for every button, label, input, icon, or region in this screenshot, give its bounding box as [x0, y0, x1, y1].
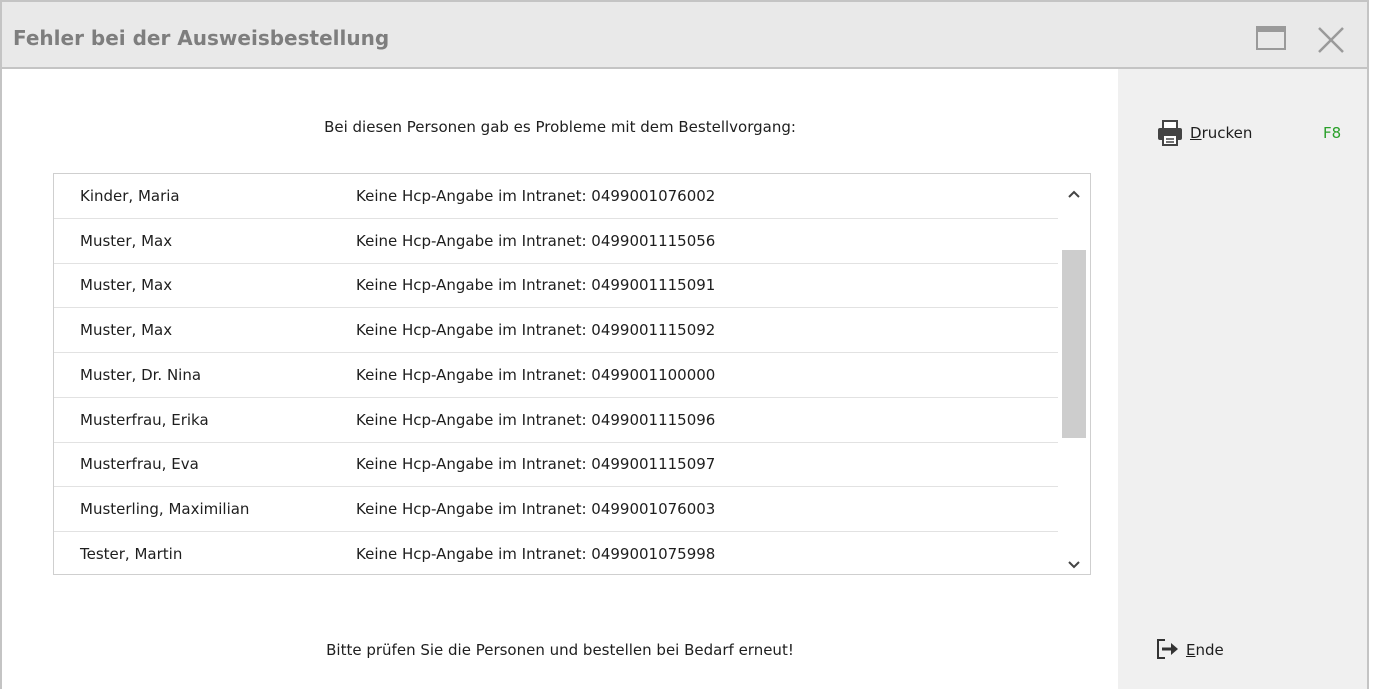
- chevron-up-icon: [1068, 190, 1080, 198]
- error-message: Keine Hcp-Angabe im Intranet: 0499001076…: [356, 499, 716, 518]
- close-icon: [1318, 27, 1344, 53]
- exit-icon: [1156, 637, 1180, 665]
- vertical-scrollbar[interactable]: [1058, 174, 1090, 574]
- main-panel: Bei diesen Personen gab es Probleme mit …: [2, 69, 1118, 689]
- person-name: Musterling, Maximilian: [80, 499, 250, 518]
- error-message: Keine Hcp-Angabe im Intranet: 0499001115…: [356, 231, 716, 250]
- person-name: Muster, Max: [80, 276, 173, 295]
- action-sidebar: Drucken F8 Ende: [1118, 69, 1367, 689]
- chevron-down-icon: [1068, 561, 1080, 569]
- error-message: Keine Hcp-Angabe im Intranet: 0499001115…: [356, 321, 716, 340]
- print-shortcut: F8: [1323, 124, 1342, 142]
- scroll-down-button[interactable]: [1066, 556, 1082, 572]
- person-name: Musterfrau, Erika: [80, 410, 209, 429]
- person-name: Muster, Max: [80, 231, 173, 250]
- dialog-window: Fehler bei der Ausweisbestellung Bei die…: [0, 0, 1369, 689]
- error-list[interactable]: Kinder, Maria Keine Hcp-Angabe im Intrane…: [53, 173, 1091, 575]
- end-button[interactable]: Ende: [1156, 637, 1276, 667]
- error-message: Keine Hcp-Angabe im Intranet: 0499001075…: [356, 544, 716, 563]
- title-bar: Fehler bei der Ausweisbestellung: [2, 2, 1367, 69]
- table-row[interactable]: Muster, Max Keine Hcp-Angabe im Intranet:…: [54, 219, 1058, 264]
- error-message: Keine Hcp-Angabe im Intranet: 0499001100…: [356, 365, 716, 384]
- table-row[interactable]: Muster, Max Keine Hcp-Angabe im Intranet:…: [54, 263, 1058, 309]
- scroll-thumb[interactable]: [1062, 250, 1086, 438]
- person-name: Tester, Martin: [80, 544, 183, 563]
- table-row[interactable]: Musterfrau, Erika Keine Hcp-Angabe im Int…: [54, 398, 1058, 443]
- maximize-button[interactable]: [1256, 26, 1286, 50]
- window-title: Fehler bei der Ausweisbestellung: [13, 26, 390, 50]
- printer-icon: [1156, 119, 1184, 151]
- error-message: Keine Hcp-Angabe im Intranet: 0499001115…: [356, 410, 716, 429]
- person-name: Muster, Max: [80, 321, 173, 340]
- print-label: Drucken: [1190, 124, 1253, 142]
- scroll-up-button[interactable]: [1066, 186, 1082, 202]
- table-row[interactable]: Tester, Martin Keine Hcp-Angabe im Intran…: [54, 532, 1058, 574]
- table-row[interactable]: Musterling, Maximilian Keine Hcp-Angabe i…: [54, 487, 1058, 532]
- problem-header: Bei diesen Personen gab es Probleme mit …: [324, 118, 796, 136]
- error-message: Keine Hcp-Angabe im Intranet: 0499001115…: [356, 455, 716, 474]
- table-row[interactable]: Kinder, Maria Keine Hcp-Angabe im Intrane…: [54, 174, 1058, 219]
- table-row[interactable]: Muster, Max Keine Hcp-Angabe im Intranet:…: [54, 308, 1058, 354]
- error-message: Keine Hcp-Angabe im Intranet: 0499001076…: [356, 187, 716, 205]
- person-name: Kinder, Maria: [80, 187, 180, 205]
- maximize-icon: [1256, 26, 1286, 50]
- end-label: Ende: [1186, 641, 1224, 659]
- recheck-hint: Bitte prüfen Sie die Personen und bestel…: [326, 641, 794, 659]
- error-message: Keine Hcp-Angabe im Intranet: 0499001115…: [356, 276, 716, 295]
- table-row[interactable]: Musterfrau, Eva Keine Hcp-Angabe im Intra…: [54, 442, 1058, 488]
- person-name: Musterfrau, Eva: [80, 455, 199, 474]
- person-name: Muster, Dr. Nina: [80, 365, 202, 384]
- close-button[interactable]: [1315, 24, 1347, 56]
- print-button[interactable]: Drucken F8: [1156, 119, 1346, 149]
- table-row[interactable]: Muster, Dr. Nina Keine Hcp-Angabe im Intr…: [54, 353, 1058, 398]
